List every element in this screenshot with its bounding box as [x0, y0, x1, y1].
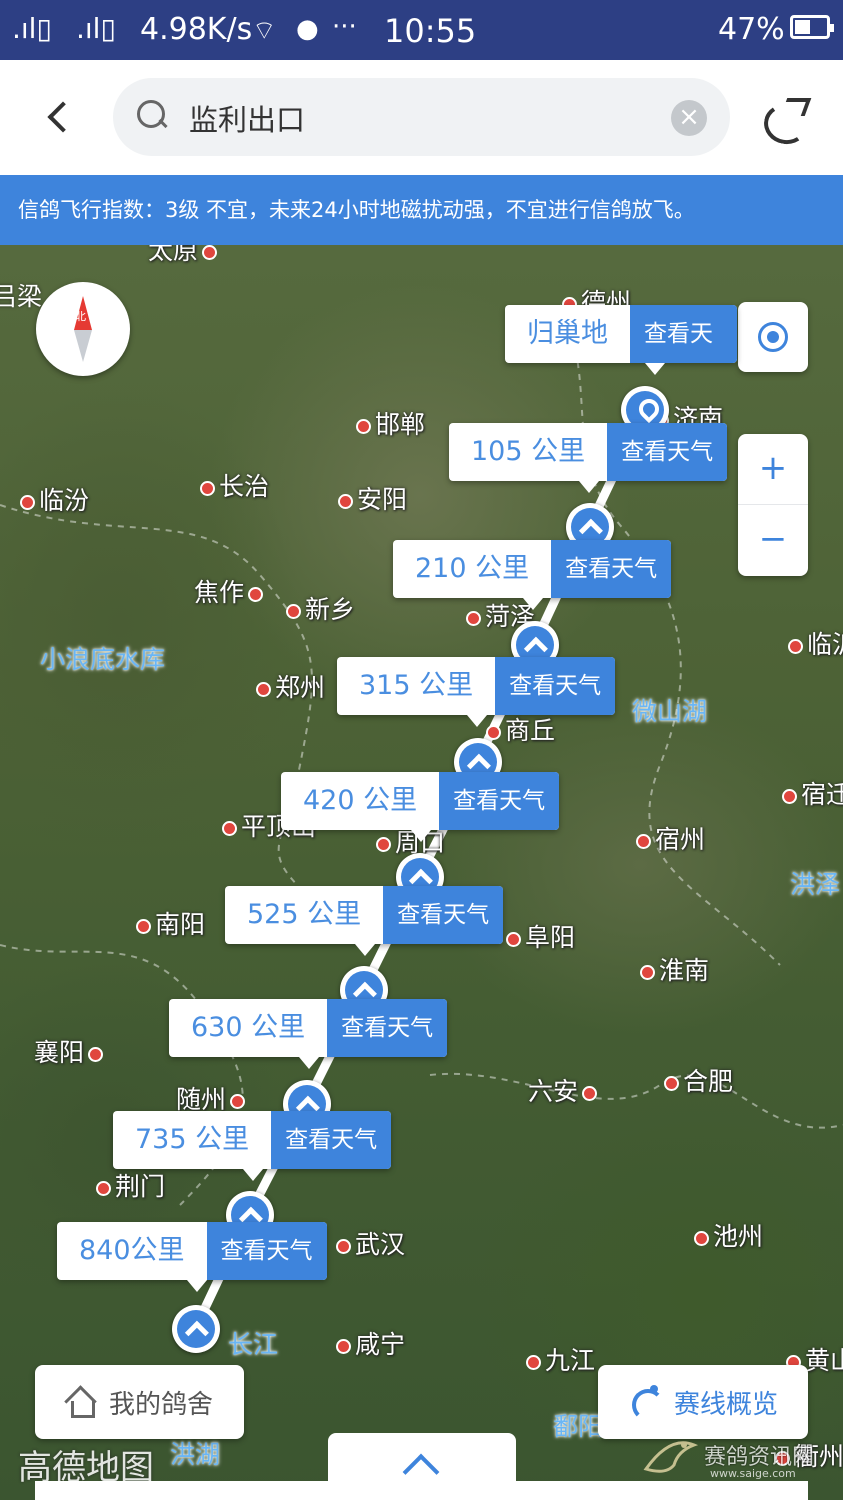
water-label: 微山湖: [632, 697, 708, 726]
water-label: 洪泽: [790, 870, 841, 899]
city-label: 长治: [200, 467, 269, 503]
weather-button[interactable]: 查看天气: [551, 540, 672, 598]
city-label: 郑州: [256, 668, 325, 704]
distance-label: 840公里: [79, 1235, 185, 1266]
locate-button[interactable]: [738, 302, 808, 372]
chevron-up-icon: [402, 1453, 440, 1491]
weather-button[interactable]: 查看天气: [206, 1222, 327, 1280]
chat-icon: ●: [296, 14, 319, 44]
city-label: 商丘: [486, 711, 555, 747]
city-label: 吕梁: [0, 282, 43, 311]
city-label: 临汾: [20, 481, 89, 517]
route-overview-label: 赛线概览: [674, 1389, 779, 1420]
city-label: 新乡: [286, 590, 355, 626]
my-loft-button[interactable]: 我的鸽舍: [35, 1365, 244, 1439]
city-label: 南阳: [136, 905, 205, 941]
weather-button[interactable]: 查看天气: [327, 999, 448, 1057]
compass-icon[interactable]: 北: [36, 282, 130, 376]
weather-button[interactable]: 查看天气: [271, 1111, 392, 1169]
search-box[interactable]: 监利出口 ×: [113, 78, 730, 156]
wifi-icon: ⌔: [252, 16, 277, 46]
clear-icon[interactable]: ×: [671, 100, 707, 136]
search-icon: [137, 100, 167, 130]
battery-percent: 47%: [718, 12, 785, 47]
clock: 10:55: [384, 12, 477, 50]
waypoint-callout[interactable]: 105 公里 查看天气: [449, 423, 728, 493]
city-label: 池州: [694, 1217, 763, 1253]
water-label: 长江: [228, 1330, 279, 1359]
compass-needle-south: [74, 330, 92, 362]
city-label: 太原: [148, 245, 217, 267]
site-watermark: 赛鸽资讯网 www.saige.com: [640, 1425, 840, 1495]
waypoint-callout[interactable]: 735 公里 查看天气: [113, 1111, 392, 1181]
city-label: 焦作: [194, 573, 263, 609]
distance-label: 420 公里: [303, 785, 418, 816]
city-label: 邯郸: [356, 405, 425, 441]
city-label: 安阳: [338, 480, 407, 516]
city-label: 宿迁: [782, 775, 843, 811]
expand-panel-button[interactable]: [328, 1433, 516, 1500]
water-label: 洪湖: [170, 1440, 221, 1469]
compass-north-label: 北: [75, 310, 86, 323]
city-label: 九江: [526, 1341, 595, 1377]
city-label: 合肥: [664, 1062, 733, 1098]
city-label: 六安: [528, 1072, 597, 1108]
weather-button[interactable]: 查看天气: [383, 886, 504, 944]
distance-label: 735 公里: [135, 1124, 250, 1155]
waypoint-callout[interactable]: 210 公里 查看天气: [393, 540, 672, 610]
city-label: 临沂: [788, 625, 843, 661]
zoom-out-button[interactable]: −: [738, 505, 808, 576]
city-label: 淮南: [640, 951, 709, 987]
water-label: 鄱阳: [553, 1412, 604, 1441]
map-view[interactable]: 太原 吕梁 德州 济南 邯郸 长治 临汾 安阳 焦作 新乡 菏泽 郑州 商丘 平…: [0, 245, 843, 1500]
route-icon: [628, 1385, 664, 1421]
city-label: 咸宁: [336, 1325, 405, 1361]
home-label: 归巢地: [527, 318, 608, 349]
weather-button[interactable]: 查看天气: [439, 772, 560, 830]
signal-icon-2: .ıl▯: [76, 12, 116, 45]
distance-label: 105 公里: [471, 436, 586, 467]
header: 监利出口 ×: [0, 60, 843, 175]
city-label: 阜阳: [506, 918, 575, 954]
distance-label: 210 公里: [415, 553, 530, 584]
waypoint-callout[interactable]: 840公里 查看天气: [57, 1222, 327, 1292]
city-label: 武汉: [336, 1225, 405, 1261]
status-bar: .ıl▯ .ıl▯ 4.98K/s ⌔ ● ··· 10:55 47%: [0, 0, 843, 60]
zoom-control: + −: [738, 434, 808, 576]
water-label: 小浪底水库: [40, 645, 166, 674]
city-label: 荆门: [96, 1167, 165, 1203]
flight-index-notice: 信鸽飞行指数：3级 不宜，未来24小时地磁扰动强，不宜进行信鸽放飞。: [0, 175, 843, 245]
city-label: 宿州: [636, 820, 705, 856]
watermark-url: www.saige.com: [710, 1467, 796, 1480]
distance-label: 630 公里: [191, 1012, 306, 1043]
watermark-logo-icon: [643, 1441, 699, 1473]
search-input[interactable]: 监利出口: [189, 97, 305, 139]
distance-label: 525 公里: [247, 899, 362, 930]
more-dots: ···: [332, 12, 357, 42]
share-icon[interactable]: [762, 98, 810, 140]
network-speed: 4.98K/s: [140, 12, 253, 47]
waypoint-callout[interactable]: 420 公里 查看天气: [281, 772, 560, 842]
waypoint-callout[interactable]: 525 公里 查看天气: [225, 886, 504, 956]
signal-icon: .ıl▯: [12, 12, 52, 45]
waypoint-callout[interactable]: 630 公里 查看天气: [169, 999, 448, 1069]
city-label: 襄阳: [34, 1033, 103, 1069]
waypoint-callout[interactable]: 315 公里 查看天气: [337, 657, 616, 727]
home-callout[interactable]: 归巢地 查看天: [505, 305, 737, 375]
home-icon: [65, 1388, 95, 1418]
weather-button[interactable]: 查看天气: [495, 657, 616, 715]
back-button[interactable]: [38, 96, 78, 140]
weather-button[interactable]: 查看天: [630, 305, 737, 363]
zoom-in-button[interactable]: +: [738, 434, 808, 505]
my-loft-label: 我的鸽舍: [109, 1389, 214, 1420]
start-marker-icon[interactable]: [172, 1305, 220, 1353]
battery-icon: [790, 15, 834, 39]
weather-button[interactable]: 查看天气: [607, 423, 728, 481]
locate-icon: [758, 322, 788, 352]
distance-label: 315 公里: [359, 670, 474, 701]
